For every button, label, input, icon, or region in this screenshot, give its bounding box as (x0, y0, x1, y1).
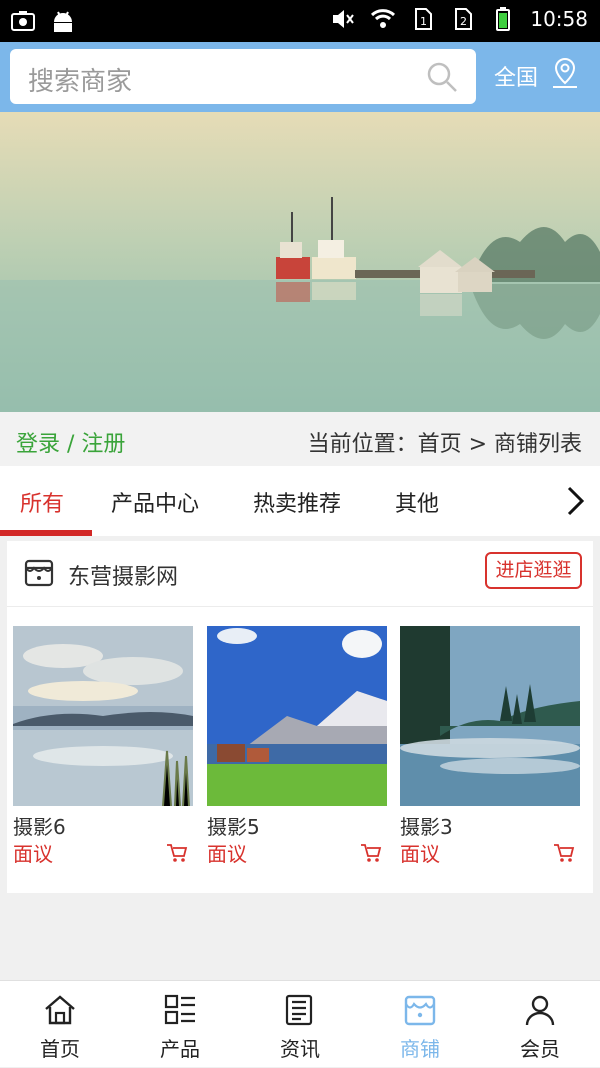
news-icon (285, 994, 313, 1026)
product-item[interactable]: 摄影3 面议 (400, 626, 580, 866)
screenshot-icon (11, 11, 35, 31)
enter-shop-button[interactable]: 进店逛逛 (485, 552, 582, 589)
tab-hot-recommend[interactable]: 热卖推荐 (253, 486, 341, 518)
nav-label: 资讯 (280, 1037, 320, 1061)
info-bar: 登录 / 注册 当前位置：首页 > 商铺列表 (0, 412, 600, 466)
search-icon[interactable] (426, 61, 458, 93)
bottom-navigation: 首页 产品 资讯 商铺 会员 (0, 980, 600, 1067)
shop-icon (24, 559, 54, 587)
region-selector[interactable]: 全国 (494, 60, 538, 92)
product-name[interactable]: 摄影5 (207, 811, 260, 840)
login-register-link[interactable]: 登录 / 注册 (16, 426, 125, 458)
battery-icon (496, 7, 511, 31)
grid-list-icon (164, 994, 195, 1025)
product-item[interactable]: 摄影5 面议 (207, 626, 387, 866)
app-header: 搜索商家 全国 (0, 42, 600, 112)
product-price: 面议 (207, 842, 247, 866)
product-price: 面议 (400, 842, 440, 866)
shop-icon (404, 995, 436, 1026)
svg-text:2: 2 (460, 15, 467, 28)
cart-icon[interactable] (360, 842, 382, 864)
sim2-icon: 2 (455, 8, 473, 30)
location-pin-icon[interactable] (550, 56, 580, 90)
cart-icon[interactable] (553, 842, 575, 864)
nav-shops[interactable]: 商铺 (360, 981, 480, 1068)
product-name[interactable]: 摄影6 (13, 811, 66, 840)
tab-other[interactable]: 其他 (395, 486, 439, 518)
tab-all[interactable]: 所有 (20, 486, 64, 518)
search-placeholder: 搜索商家 (28, 67, 133, 97)
nav-news[interactable]: 资讯 (240, 981, 360, 1068)
nav-label: 首页 (40, 1037, 80, 1061)
nav-products[interactable]: 产品 (120, 981, 240, 1068)
shop-card: 东营摄影网 进店逛逛 摄影6 面议 摄影5 面议 摄影3 面议 (7, 541, 593, 893)
mute-icon (333, 10, 355, 28)
product-image[interactable] (400, 626, 580, 806)
shop-card-header: 东营摄影网 进店逛逛 (7, 541, 593, 607)
product-price: 面议 (13, 842, 53, 866)
shop-name[interactable]: 东营摄影网 (68, 559, 178, 591)
product-name[interactable]: 摄影3 (400, 811, 453, 840)
nav-label: 商铺 (400, 1037, 440, 1061)
active-tab-indicator (0, 530, 92, 536)
product-item[interactable]: 摄影6 面议 (13, 626, 193, 866)
user-icon (525, 995, 555, 1026)
nav-label: 会员 (520, 1037, 560, 1061)
nav-label: 产品 (160, 1037, 200, 1061)
banner-image[interactable] (0, 112, 600, 412)
nav-home[interactable]: 首页 (0, 981, 120, 1068)
svg-text:1: 1 (420, 15, 427, 28)
tab-product-center[interactable]: 产品中心 (111, 486, 199, 518)
product-image[interactable] (207, 626, 387, 806)
search-input[interactable]: 搜索商家 (10, 49, 476, 104)
chevron-right-icon[interactable] (560, 484, 590, 518)
sim1-icon: 1 (415, 8, 433, 30)
home-icon (45, 995, 75, 1025)
cart-icon[interactable] (166, 842, 188, 864)
clock: 10:58 (530, 7, 588, 31)
category-tabs: 所有 产品中心 热卖推荐 其他 (0, 466, 600, 536)
wifi-icon (371, 9, 396, 28)
status-bar: 1 2 10:58 (0, 0, 600, 42)
product-image[interactable] (13, 626, 193, 806)
nav-member[interactable]: 会员 (480, 981, 600, 1068)
android-icon (54, 11, 72, 32)
breadcrumb: 当前位置：首页 > 商铺列表 (307, 432, 582, 457)
